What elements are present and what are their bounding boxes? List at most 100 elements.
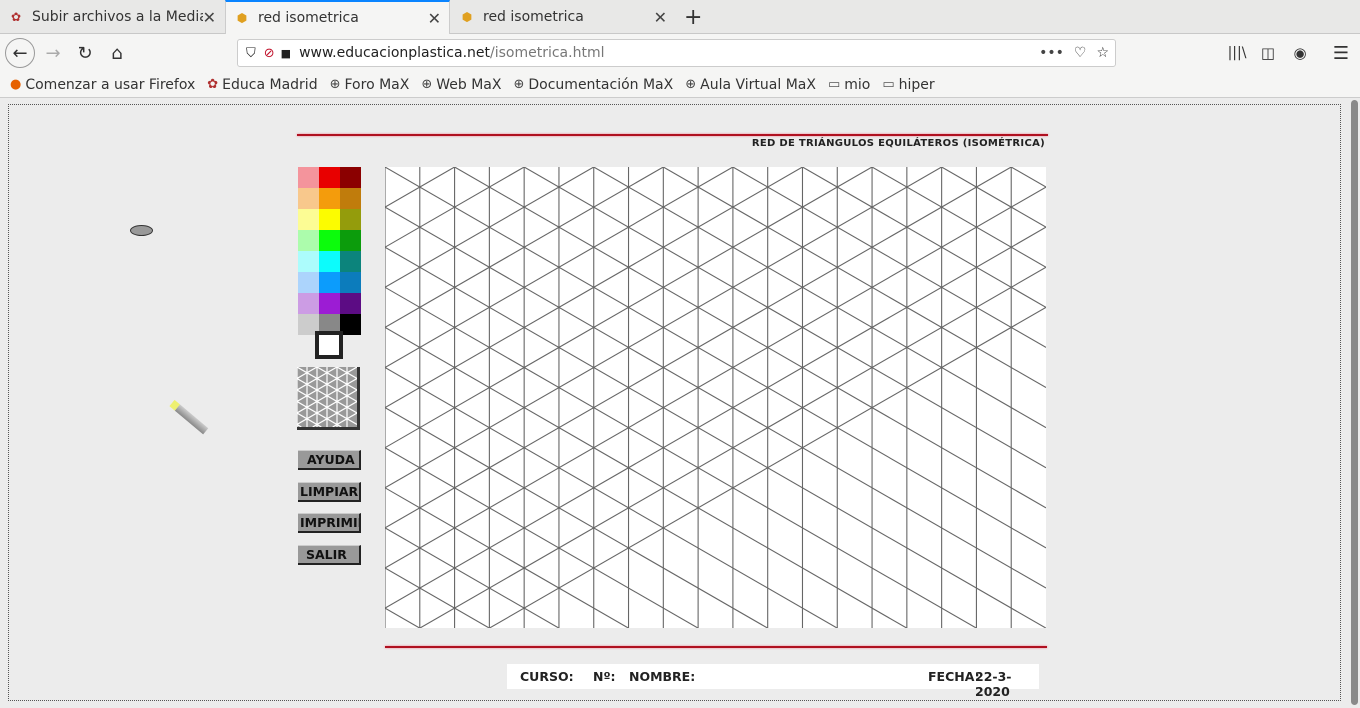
grid-line <box>1010 167 1046 188</box>
insecure-lock-icon[interactable]: ⊘ <box>264 46 275 61</box>
permissions-icon[interactable]: ■ <box>281 47 291 60</box>
globe-icon: ⊕ <box>513 77 525 92</box>
bookmark-item[interactable]: ▭ mio <box>828 77 870 93</box>
color-swatch[interactable] <box>298 167 319 188</box>
url-bar[interactable]: ⛉ ⊘ ■ www.educacionplastica.net/isometri… <box>237 39 1116 67</box>
site-icon: ⬢ <box>236 11 248 25</box>
reload-button[interactable]: ↻ <box>70 38 100 68</box>
sidebar-icon[interactable]: ◫ <box>1253 38 1283 68</box>
top-divider <box>297 134 1048 136</box>
tab-subir-archivos[interactable]: ✿ Subir archivos a la Media ✕ <box>0 0 224 34</box>
eraser-icon[interactable] <box>130 225 153 236</box>
close-icon[interactable]: ✕ <box>203 8 216 27</box>
grid-toggle-button[interactable] <box>297 367 360 430</box>
color-swatch[interactable] <box>298 293 319 314</box>
grid-line <box>385 487 629 628</box>
grid-line <box>385 567 490 628</box>
tab-red-isometrica-active[interactable]: ⬢ red isometrica ✕ <box>225 0 450 34</box>
clear-button[interactable]: LIMPIAR <box>298 482 361 502</box>
scrollbar-thumb[interactable] <box>1351 100 1358 705</box>
grid-line <box>385 167 1046 549</box>
bookmark-item[interactable]: ▭ hiper <box>882 77 934 93</box>
educamadrid-icon: ✿ <box>207 77 219 92</box>
color-swatch[interactable] <box>340 272 361 293</box>
shield-icon[interactable]: ⛉ <box>246 46 256 61</box>
color-swatch[interactable] <box>319 251 340 272</box>
grid-line <box>871 167 1046 268</box>
color-swatch[interactable] <box>298 272 319 293</box>
color-swatch[interactable] <box>319 188 340 209</box>
tab-red-isometrica[interactable]: ⬢ red isometrica ✕ <box>451 0 675 34</box>
grid-line <box>385 527 559 628</box>
color-swatch[interactable] <box>319 209 340 230</box>
name-label: NOMBRE: <box>629 669 696 684</box>
bookmark-item[interactable]: ● Comenzar a usar Firefox <box>10 77 195 93</box>
grid-line <box>454 167 1046 509</box>
color-swatch[interactable] <box>340 209 361 230</box>
grid-line <box>332 412 357 427</box>
grid-line <box>732 167 1046 348</box>
star-icon[interactable]: ☆ <box>1096 45 1109 61</box>
globe-icon: ⊕ <box>329 77 341 92</box>
bookmark-item[interactable]: ⊕ Foro MaX <box>330 77 410 93</box>
grid-line <box>385 326 907 628</box>
grid-line <box>385 447 699 628</box>
color-swatch[interactable] <box>298 188 319 209</box>
color-swatch[interactable] <box>340 188 361 209</box>
color-swatch[interactable] <box>319 272 340 293</box>
grid-line <box>385 286 977 628</box>
bookmark-label: Educa Madrid <box>222 76 318 93</box>
forward-button[interactable]: → <box>38 38 68 68</box>
account-icon[interactable]: ◉ <box>1285 38 1315 68</box>
pocket-icon[interactable]: ♡ <box>1074 45 1087 61</box>
globe-icon: ⊕ <box>421 77 433 92</box>
bookmark-label: Aula Virtual MaX <box>700 76 816 93</box>
firefox-icon: ● <box>10 77 22 92</box>
more-icon[interactable]: ••• <box>1039 45 1064 61</box>
page-title: RED DE TRIÁNGULOS EQUILÁTEROS (ISOMÉTRIC… <box>751 138 1045 149</box>
grid-line <box>297 412 322 427</box>
color-swatch[interactable] <box>340 293 361 314</box>
educamadrid-icon: ✿ <box>10 10 22 24</box>
bookmark-label: Documentación MaX <box>528 76 674 93</box>
bookmark-label: Foro MaX <box>344 76 410 93</box>
bookmark-item[interactable]: ⊕ Aula Virtual MaX <box>685 77 816 93</box>
exit-button[interactable]: SALIR <box>298 545 361 565</box>
bookmark-item[interactable]: ✿ Educa Madrid <box>207 77 317 93</box>
library-icon[interactable]: |||\ <box>1222 38 1252 68</box>
color-swatch[interactable] <box>340 314 361 335</box>
close-icon[interactable]: ✕ <box>428 9 441 28</box>
bookmark-item[interactable]: ⊕ Web MaX <box>421 77 501 93</box>
url-domain: www.educacionplastica.net <box>299 45 490 61</box>
new-tab-button[interactable]: + <box>676 0 706 34</box>
color-swatch[interactable] <box>340 167 361 188</box>
close-icon[interactable]: ✕ <box>654 8 667 27</box>
isometric-grid-canvas[interactable] <box>385 167 1046 628</box>
color-swatch[interactable] <box>298 230 319 251</box>
color-swatch[interactable] <box>319 230 340 251</box>
grid-line <box>593 167 1046 429</box>
grid-line <box>523 167 1046 469</box>
course-label: CURSO: <box>520 669 574 684</box>
color-swatch[interactable] <box>340 230 361 251</box>
color-swatch[interactable] <box>298 251 319 272</box>
back-button[interactable]: ← <box>5 38 35 68</box>
grid-line <box>802 167 1046 308</box>
grid-line <box>941 167 1046 228</box>
number-label: Nº: <box>593 669 616 684</box>
bookmark-label: hiper <box>898 76 935 93</box>
color-swatch[interactable] <box>319 293 340 314</box>
url-path: /isometrica.html <box>490 45 605 61</box>
color-swatch[interactable] <box>340 251 361 272</box>
grid-line <box>663 167 1046 389</box>
home-button[interactable]: ⌂ <box>102 38 132 68</box>
bookmark-item[interactable]: ⊕ Documentación MaX <box>513 77 673 93</box>
grid-line <box>385 186 1046 569</box>
color-swatch[interactable] <box>298 209 319 230</box>
site-icon: ⬢ <box>461 10 473 24</box>
help-button[interactable]: AYUDA <box>298 450 361 470</box>
selected-color-swatch <box>315 331 343 359</box>
color-swatch[interactable] <box>319 167 340 188</box>
print-button[interactable]: IMPRIMIR <box>298 513 361 533</box>
menu-icon[interactable]: ☰ <box>1326 38 1356 68</box>
